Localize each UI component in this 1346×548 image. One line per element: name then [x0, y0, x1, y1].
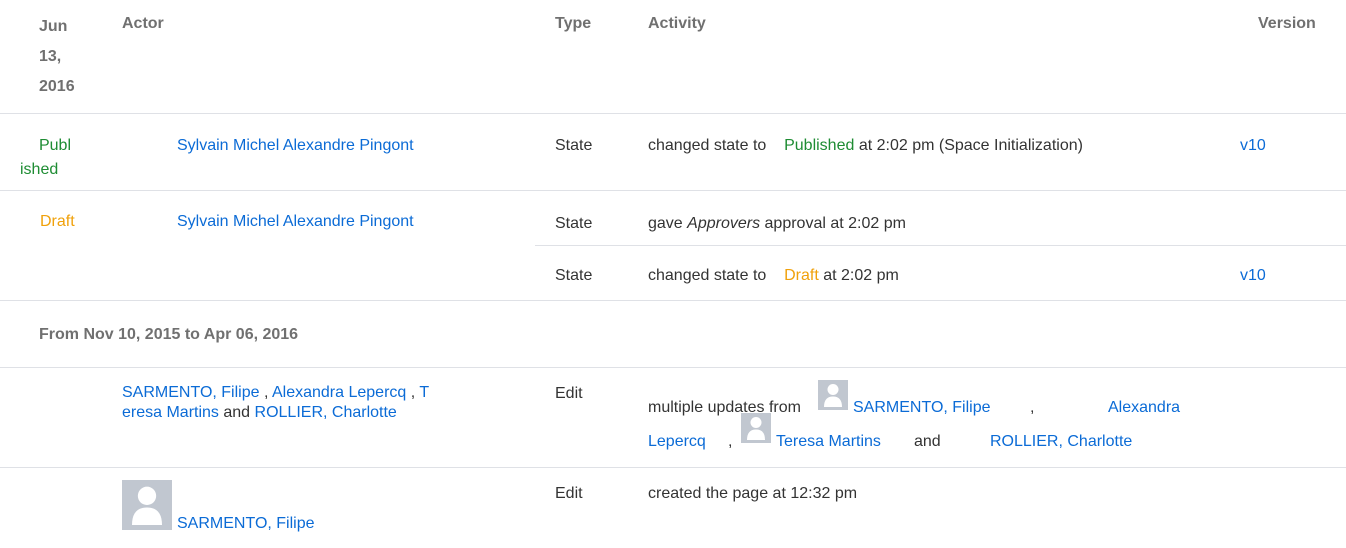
- actor-link[interactable]: eresa Martins: [122, 404, 219, 421]
- state-draft: Draft: [784, 267, 819, 284]
- status-published: Publ ished: [20, 137, 72, 178]
- user-avatar-icon[interactable]: [122, 480, 172, 530]
- activity-text: multiple updates from: [648, 399, 801, 416]
- type-cell: State: [555, 267, 593, 284]
- activity-cell: gave Approvers approval at 2:02 pm: [648, 215, 906, 232]
- activity-cell: created the page at 12:32 pm: [648, 485, 858, 502]
- group-name: Approvers: [687, 215, 761, 232]
- column-header-activity: Activity: [648, 15, 706, 32]
- divider: [0, 367, 1346, 368]
- user-link[interactable]: Teresa Martins: [776, 430, 881, 454]
- actor-link[interactable]: SARMENTO, Filipe: [177, 512, 315, 536]
- divider: [0, 113, 1346, 114]
- actors-cell: SARMENTO, Filipe , Alexandra Lepercq , T…: [122, 384, 430, 421]
- type-cell: Edit: [555, 385, 583, 402]
- divider: [0, 467, 1346, 468]
- user-avatar-icon[interactable]: [741, 413, 771, 443]
- user-link[interactable]: Alexandra: [1108, 396, 1180, 420]
- divider: [535, 245, 1346, 246]
- type-cell: State: [555, 137, 593, 154]
- activity-cell: changed state to Draft at 2:02 pm: [648, 267, 899, 284]
- user-link[interactable]: ROLLIER, Charlotte: [990, 430, 1132, 454]
- actor-link[interactable]: T: [419, 384, 429, 401]
- actor-link[interactable]: Sylvain Michel Alexandre Pingont: [177, 134, 414, 158]
- date-header: Jun 13, 2016: [39, 18, 75, 95]
- column-header-version: Version: [1258, 15, 1316, 32]
- column-header-actor: Actor: [122, 15, 164, 32]
- divider: [0, 300, 1346, 301]
- activity-cell: changed state to Published at 2:02 pm (S…: [648, 137, 1083, 154]
- user-link[interactable]: SARMENTO, Filipe: [853, 396, 991, 420]
- user-link[interactable]: Lepercq: [648, 430, 706, 454]
- column-header-type: Type: [555, 15, 592, 32]
- user-avatar-icon[interactable]: [818, 380, 848, 410]
- version-link[interactable]: v10: [1240, 134, 1266, 158]
- actor-link[interactable]: SARMENTO, Filipe: [122, 384, 260, 401]
- actor-link[interactable]: Sylvain Michel Alexandre Pingont: [177, 210, 414, 234]
- version-link[interactable]: v10: [1240, 264, 1266, 288]
- type-cell: Edit: [555, 485, 583, 502]
- actor-link[interactable]: Alexandra Lepercq: [272, 384, 406, 401]
- actor-link[interactable]: ROLLIER, Charlotte: [255, 404, 397, 421]
- date-range-header: From Nov 10, 2015 to Apr 06, 2016: [39, 326, 299, 343]
- type-cell: State: [555, 215, 593, 232]
- divider: [0, 190, 1346, 191]
- status-draft: Draft: [40, 213, 75, 230]
- state-published: Published: [784, 137, 855, 154]
